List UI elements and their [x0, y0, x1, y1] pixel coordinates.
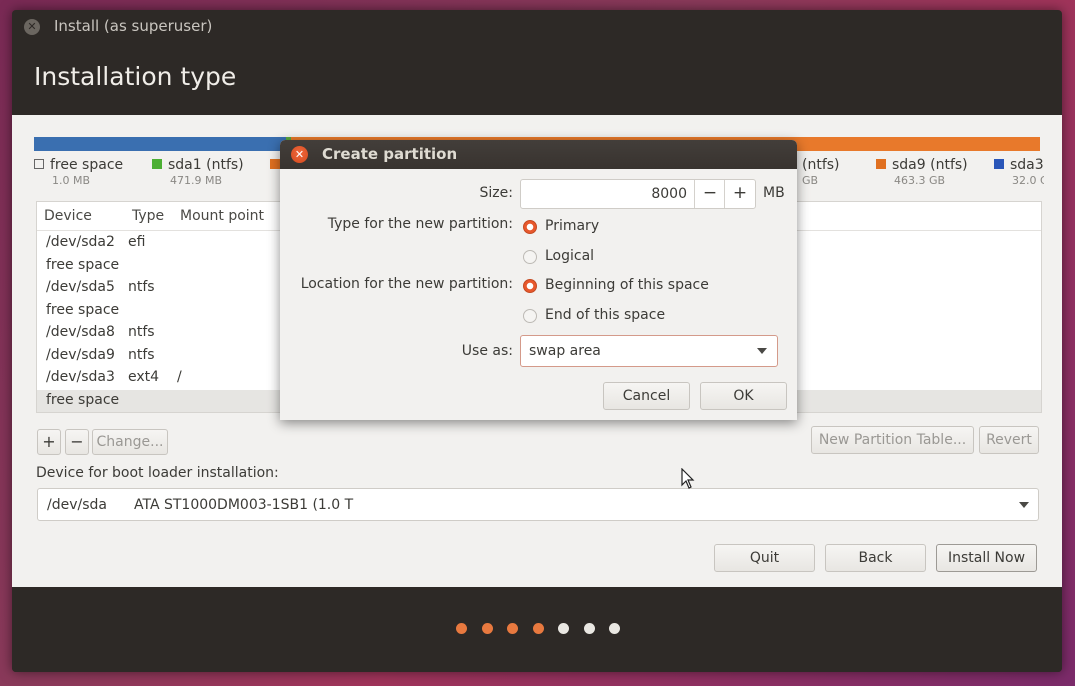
- progress-dot: [558, 623, 569, 634]
- install-now-button[interactable]: Install Now: [936, 544, 1037, 572]
- bootloader-device: /dev/sda: [47, 497, 107, 513]
- cell-type: ntfs: [128, 279, 155, 295]
- legend-sda9: sda9 (ntfs) 463.3 GB: [876, 157, 968, 187]
- window-title: Install (as superuser): [54, 17, 213, 35]
- dialog-titlebar: ✕ Create partition: [280, 140, 797, 169]
- use-as-select[interactable]: swap area: [520, 335, 778, 367]
- legend-size: 463.3 GB: [894, 174, 946, 187]
- cell-type: ext4: [128, 369, 160, 385]
- legend-label: (ntfs): [802, 157, 840, 173]
- legend-size: 471.9 MB: [170, 174, 223, 187]
- cell-device: free space: [46, 391, 120, 408]
- radio-label: Primary: [545, 218, 600, 234]
- size-decrease-button[interactable]: −: [694, 180, 725, 208]
- back-button[interactable]: Back: [825, 544, 926, 572]
- legend-size: GB: [802, 174, 819, 187]
- cell-device: free space: [46, 256, 120, 273]
- progress-dot: [609, 623, 620, 634]
- progress-footer: [12, 587, 1062, 672]
- legend-size: 32.0 GE: [1012, 174, 1044, 187]
- cell-type: ntfs: [128, 324, 155, 340]
- size-value: 8000: [651, 186, 687, 202]
- quit-button[interactable]: Quit: [714, 544, 815, 572]
- cell-device: /dev/sda8: [46, 324, 115, 340]
- legend-swatch: [152, 159, 162, 169]
- radio-label: Logical: [545, 248, 595, 264]
- radio-unselected-icon[interactable]: [523, 309, 537, 323]
- legend-sda3: sda3 32.0 GE: [994, 157, 1044, 187]
- legend-swatch: [994, 159, 1004, 169]
- page-title: Installation type: [34, 62, 237, 91]
- use-as-value: swap area: [529, 343, 601, 359]
- cell-device: free space: [46, 301, 120, 318]
- partition-type-label: Type for the new partition:: [327, 216, 513, 232]
- create-partition-dialog: ✕ Create partition Size: 8000 − + MB Typ…: [280, 140, 797, 420]
- progress-dot: [507, 623, 518, 634]
- radio-unselected-icon[interactable]: [523, 250, 537, 264]
- legend-label: free space: [50, 157, 124, 173]
- column-type[interactable]: Type: [132, 208, 164, 224]
- progress-dot: [532, 623, 544, 634]
- size-label: Size:: [479, 185, 513, 201]
- legend-ntfs-partial: (ntfs) GB: [802, 157, 840, 187]
- size-unit: MB: [763, 185, 785, 201]
- revert-button[interactable]: Revert: [979, 426, 1039, 454]
- bootloader-description: ATA ST1000DM003-1SB1 (1.0 T: [134, 497, 354, 513]
- use-as-label: Use as:: [461, 343, 513, 359]
- chevron-down-icon: [757, 348, 767, 354]
- legend-free-space: free space 1.0 MB: [34, 157, 123, 187]
- legend-swatch: [270, 159, 280, 169]
- dialog-close-button[interactable]: ✕: [291, 146, 308, 163]
- bootloader-label: Device for boot loader installation:: [36, 465, 279, 481]
- radio-selected-icon[interactable]: [523, 279, 537, 293]
- bootloader-device-select[interactable]: /dev/sda ATA ST1000DM003-1SB1 (1.0 T: [37, 488, 1039, 521]
- cell-device: /dev/sda5: [46, 279, 115, 295]
- legend-label: sda9 (ntfs): [892, 157, 968, 173]
- size-input[interactable]: 8000 − +: [520, 179, 756, 209]
- cancel-button[interactable]: Cancel: [603, 382, 690, 410]
- cell-device: /dev/sda3: [46, 369, 115, 385]
- legend-label: sda3: [1010, 157, 1044, 173]
- legend-swatch: [34, 159, 44, 169]
- cell-mount: /: [177, 369, 182, 385]
- change-partition-button[interactable]: Change...: [92, 429, 168, 455]
- window-close-button[interactable]: ✕: [24, 19, 40, 35]
- add-partition-button[interactable]: +: [37, 429, 61, 455]
- radio-selected-icon[interactable]: [523, 220, 537, 234]
- legend-sda1: sda1 (ntfs) 471.9 MB: [152, 157, 244, 187]
- column-device[interactable]: Device: [44, 208, 92, 224]
- cell-device: /dev/sda2: [46, 234, 115, 250]
- chevron-down-icon: [1019, 502, 1029, 508]
- cell-type: efi: [128, 234, 146, 250]
- window-titlebar: ✕ Install (as superuser): [12, 10, 1062, 44]
- radio-label: Beginning of this space: [545, 277, 709, 293]
- new-partition-table-button[interactable]: New Partition Table...: [811, 426, 974, 454]
- radio-label: End of this space: [545, 307, 666, 323]
- ok-button[interactable]: OK: [700, 382, 787, 410]
- cell-device: /dev/sda9: [46, 346, 115, 363]
- legend-label: sda1 (ntfs): [168, 157, 244, 173]
- dialog-title: Create partition: [322, 145, 458, 163]
- progress-dot: [481, 623, 493, 634]
- column-mount-point[interactable]: Mount point: [180, 208, 264, 224]
- progress-dot: [583, 623, 595, 634]
- legend-size: 1.0 MB: [52, 174, 91, 187]
- location-label: Location for the new partition:: [300, 276, 513, 292]
- legend-swatch: [876, 159, 886, 169]
- disk-segment: [34, 137, 286, 151]
- size-increase-button[interactable]: +: [724, 180, 755, 208]
- progress-dot: [456, 623, 467, 634]
- remove-partition-button[interactable]: −: [65, 429, 89, 455]
- cell-type: ntfs: [128, 346, 155, 363]
